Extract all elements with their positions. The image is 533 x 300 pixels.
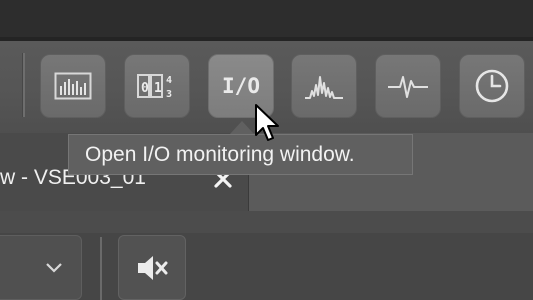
clock-button[interactable]	[459, 54, 525, 118]
tooltip: Open I/O monitoring window.	[68, 134, 413, 175]
mouse-pointer-icon	[255, 104, 279, 141]
spectrum-icon	[305, 76, 343, 99]
bar-chart-icon	[54, 72, 92, 100]
bar-chart-button[interactable]	[40, 54, 106, 118]
speaker-muted-icon	[138, 255, 168, 280]
numeric-display-icon: 0 1 4 3	[137, 74, 172, 100]
app-window: 0 1 4 3 I/O w - VSE003_01 Open I/O monit…	[0, 0, 533, 300]
mute-button[interactable]	[118, 235, 186, 300]
svg-text:0: 0	[141, 81, 149, 96]
svg-text:4: 4	[166, 75, 172, 86]
spectrum-button[interactable]	[291, 54, 357, 118]
title-strip	[0, 0, 533, 37]
numeric-display-button[interactable]: 0 1 4 3	[124, 54, 190, 118]
svg-text:3: 3	[166, 89, 172, 100]
tooltip-arrow	[230, 121, 254, 134]
selector-dropdown[interactable]	[0, 235, 82, 300]
content-header	[0, 211, 533, 233]
chevron-down-icon	[46, 263, 62, 273]
svg-text:1: 1	[154, 81, 162, 96]
io-monitor-icon: I/O	[222, 74, 260, 98]
content-divider	[100, 237, 102, 300]
clock-icon	[475, 69, 509, 103]
waveform-button[interactable]	[375, 54, 441, 118]
toolbar-divider	[22, 53, 25, 117]
waveform-icon	[388, 76, 428, 98]
